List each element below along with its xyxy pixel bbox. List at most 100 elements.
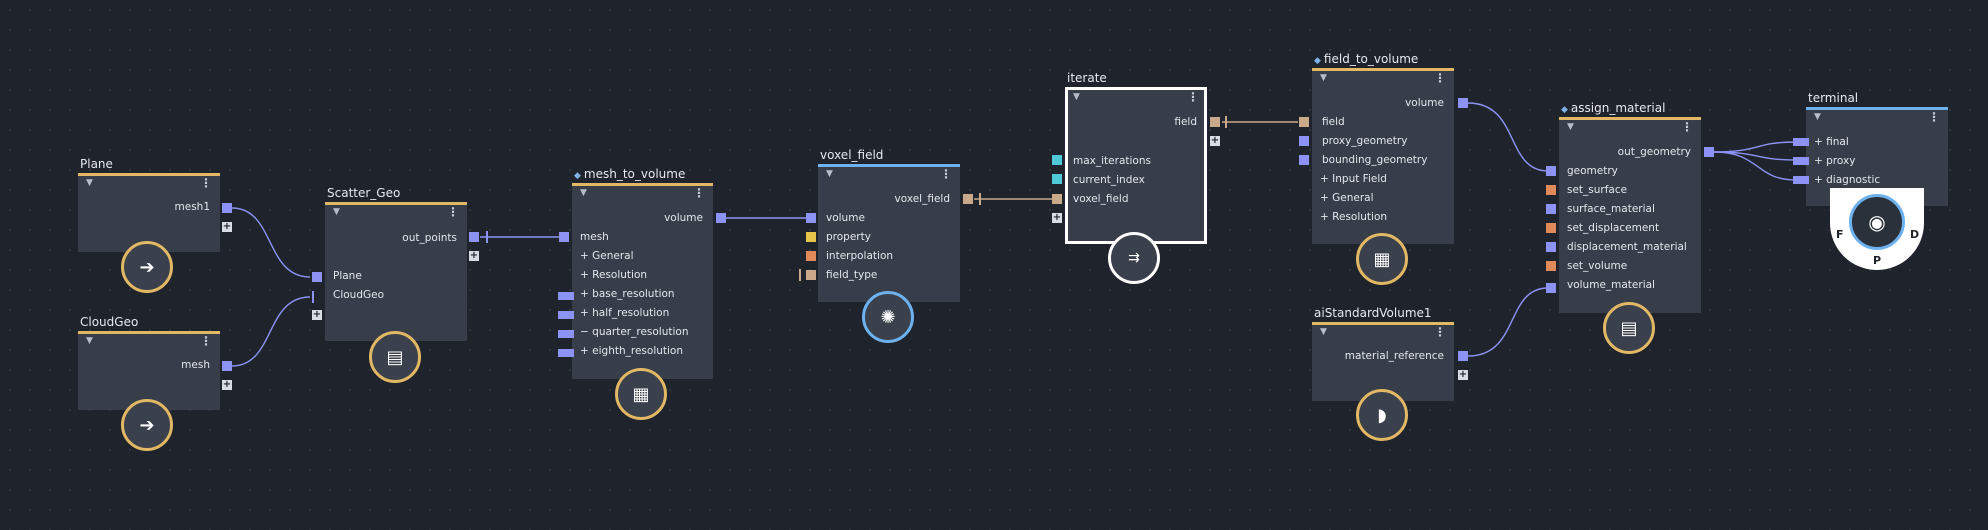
multi-input-port[interactable] — [566, 349, 574, 357]
cube-icon: ▦ — [1356, 233, 1408, 285]
input-port-property[interactable] — [806, 232, 816, 242]
input-port-label[interactable]: + eighth_resolution — [580, 345, 683, 357]
input-port-volume-material[interactable] — [1546, 283, 1556, 293]
add-port-button[interactable]: + — [312, 310, 322, 320]
multi-input-port[interactable] — [1793, 157, 1801, 165]
input-port-max-iterations[interactable] — [1052, 155, 1062, 165]
input-port-label: voxel_field — [1073, 193, 1129, 205]
output-port-volume[interactable] — [1458, 98, 1468, 108]
merge-icon: ▤ — [369, 331, 421, 383]
collapse-triangle-icon[interactable]: ▼ — [86, 178, 93, 188]
more-options-icon[interactable]: ⋮ — [940, 167, 952, 181]
input-group-resolution[interactable]: + Resolution — [580, 269, 647, 281]
multi-input-port[interactable] — [558, 311, 566, 319]
multi-input-port[interactable] — [558, 330, 566, 338]
multi-input-port[interactable] — [1801, 138, 1809, 146]
collapse-triangle-icon[interactable]: ▼ — [86, 336, 93, 346]
input-port-label[interactable]: − quarter_resolution — [580, 326, 689, 338]
multi-input-port[interactable] — [566, 330, 574, 338]
swirl-icon: ✺ — [862, 291, 914, 343]
output-port-label: volume — [1405, 97, 1444, 109]
more-options-icon[interactable]: ⋮ — [693, 186, 705, 200]
input-group-general[interactable]: + General — [580, 250, 634, 262]
input-port-proxy[interactable]: + proxy — [1814, 155, 1855, 167]
collapse-triangle-icon[interactable]: ▼ — [1073, 92, 1080, 102]
input-port-mesh[interactable] — [559, 232, 569, 242]
output-port-material-reference[interactable] — [1458, 351, 1468, 361]
node-voxel-field[interactable]: voxel_field ▼ ⋮ voxel_field volume prope… — [818, 148, 960, 302]
collapse-triangle-icon[interactable]: ▼ — [333, 207, 340, 217]
output-port-out-points[interactable] — [469, 232, 479, 242]
node-iterate[interactable]: iterate ▼ ⋮ field max_iterations current… — [1065, 71, 1207, 244]
dial-label-f[interactable]: F — [1836, 228, 1844, 241]
add-port-button[interactable]: + — [222, 380, 232, 390]
more-options-icon[interactable]: ⋮ — [200, 334, 212, 348]
input-port-set-volume[interactable] — [1546, 261, 1556, 271]
add-port-button[interactable]: + — [1052, 213, 1062, 223]
input-port-set-displacement[interactable] — [1546, 223, 1556, 233]
input-port-displacement-material[interactable] — [1546, 242, 1556, 252]
input-port-bounding-geometry[interactable] — [1299, 155, 1309, 165]
add-port-button[interactable]: + — [1210, 136, 1220, 146]
output-port-volume[interactable] — [716, 213, 726, 223]
eye-icon[interactable]: ◉ — [1849, 194, 1905, 250]
output-port-out-geometry[interactable] — [1704, 147, 1714, 157]
collapse-triangle-icon[interactable]: ▼ — [1320, 73, 1327, 83]
output-port-voxel-field[interactable] — [963, 194, 973, 204]
input-port-current-index[interactable] — [1052, 174, 1062, 184]
more-options-icon[interactable]: ⋮ — [447, 205, 459, 219]
input-port-voxel-field[interactable] — [1052, 194, 1062, 204]
output-port-label: out_geometry — [1617, 146, 1691, 158]
output-port-mesh[interactable] — [222, 361, 232, 371]
more-options-icon[interactable]: ⋮ — [1187, 90, 1199, 104]
multi-input-port[interactable] — [558, 349, 566, 357]
input-port-final[interactable]: + final — [1814, 136, 1849, 148]
input-port-volume[interactable] — [806, 213, 816, 223]
add-port-button[interactable]: + — [1458, 370, 1468, 380]
collapse-triangle-icon[interactable]: ▼ — [826, 169, 833, 179]
collapse-triangle-icon[interactable]: ▼ — [580, 188, 587, 198]
input-port-label[interactable]: + base_resolution — [580, 288, 675, 300]
input-port-end-marker — [1225, 116, 1227, 128]
collapse-triangle-icon[interactable]: ▼ — [1814, 112, 1821, 122]
input-port-geometry[interactable] — [1546, 166, 1556, 176]
input-port-field[interactable] — [1299, 117, 1309, 127]
node-assign-material[interactable]: ◆ assign_material ▼ ⋮ out_geometry geomet… — [1559, 101, 1701, 313]
input-port-proxy-geometry[interactable] — [1299, 136, 1309, 146]
input-port-diagnostic[interactable]: + diagnostic — [1814, 174, 1880, 186]
input-group-general[interactable]: + General — [1320, 192, 1374, 204]
input-port-plane[interactable] — [312, 272, 322, 282]
dial-label-d[interactable]: D — [1910, 228, 1919, 241]
input-port-label[interactable]: + half_resolution — [580, 307, 669, 319]
dial-label-p[interactable]: P — [1873, 254, 1881, 267]
input-port-interpolation[interactable] — [806, 251, 816, 261]
input-port-set-surface[interactable] — [1546, 185, 1556, 195]
input-port-label: Plane — [333, 270, 362, 282]
input-group-input-field[interactable]: + Input Field — [1320, 173, 1387, 185]
multi-input-port[interactable] — [566, 292, 574, 300]
input-port-cloudgeo[interactable] — [312, 291, 314, 303]
multi-input-port[interactable] — [566, 311, 574, 319]
collapse-triangle-icon[interactable]: ▼ — [1567, 122, 1574, 132]
input-port-surface-material[interactable] — [1546, 204, 1556, 214]
multi-input-port[interactable] — [558, 292, 566, 300]
input-port-field-type[interactable] — [806, 270, 816, 280]
output-port-field[interactable] — [1210, 117, 1220, 127]
node-mesh-to-volume[interactable]: ◆ mesh_to_volume ▼ ⋮ volume mesh + Genera… — [572, 167, 713, 379]
more-options-icon[interactable]: ⋮ — [1434, 71, 1446, 85]
more-options-icon[interactable]: ⋮ — [1928, 110, 1940, 124]
add-port-button[interactable]: + — [222, 222, 232, 232]
multi-input-port[interactable] — [1793, 138, 1801, 146]
multi-input-port[interactable] — [1801, 176, 1809, 184]
multi-input-port[interactable] — [1801, 157, 1809, 165]
more-options-icon[interactable]: ⋮ — [1681, 120, 1693, 134]
more-options-icon[interactable]: ⋮ — [200, 176, 212, 190]
more-options-icon[interactable]: ⋮ — [1434, 325, 1446, 339]
add-port-button[interactable]: + — [469, 251, 479, 261]
collapse-triangle-icon[interactable]: ▼ — [1320, 327, 1327, 337]
output-port-mesh1[interactable] — [222, 203, 232, 213]
multi-input-port[interactable] — [1793, 176, 1801, 184]
input-group-resolution[interactable]: + Resolution — [1320, 211, 1387, 223]
node-field-to-volume[interactable]: ◆ field_to_volume ▼ ⋮ volume field proxy_… — [1312, 52, 1454, 244]
node-scatter-geo[interactable]: Scatter_Geo ▼ ⋮ out_points Plane CloudGe… — [325, 186, 467, 341]
